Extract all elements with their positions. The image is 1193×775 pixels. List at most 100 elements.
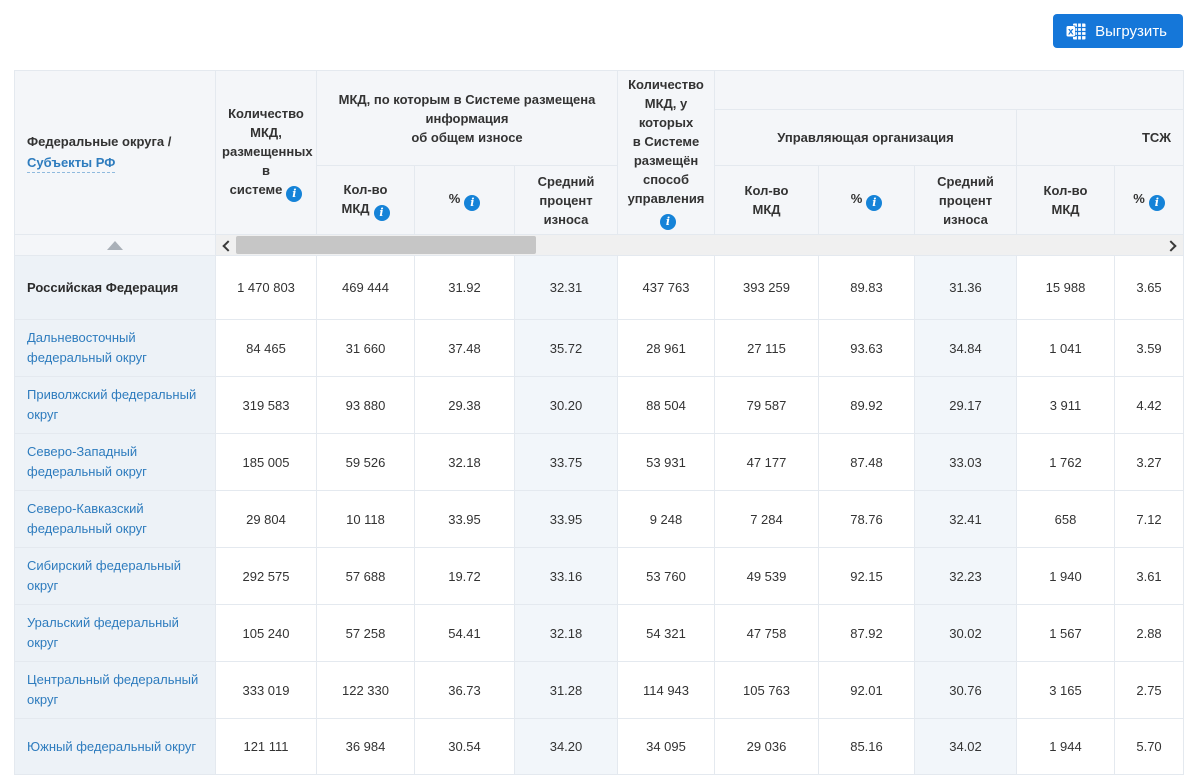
regions-table: Федеральные округа / Субъекты РФ Количес… <box>14 69 1185 775</box>
header-region-title: Федеральные округа / <box>27 134 172 149</box>
sort-asc-icon[interactable] <box>107 240 123 250</box>
table-row: Центральный федеральный округ 333 019 122 … <box>14 661 1185 719</box>
scroll-left-icon[interactable] <box>222 240 234 252</box>
value-cell: 87.48 <box>818 433 915 491</box>
scrollbar-thumb[interactable] <box>236 236 536 254</box>
value-cell: 15 988 <box>1016 255 1115 320</box>
value-cell: 658 <box>1016 490 1115 548</box>
value-cell: 88 504 <box>617 376 715 434</box>
svg-text:x: x <box>1068 26 1074 37</box>
value-cell: 34.02 <box>914 718 1017 775</box>
value-cell: 30.54 <box>414 718 515 775</box>
header-region: Федеральные округа / Субъекты РФ <box>14 70 216 235</box>
value-cell: 4.42 <box>1113 376 1185 434</box>
value-cell: 29 036 <box>714 718 819 775</box>
scroll-right-icon[interactable] <box>1165 240 1177 252</box>
horizontal-scrollbar[interactable] <box>216 235 1184 255</box>
info-icon[interactable] <box>286 185 303 202</box>
info-icon[interactable] <box>866 195 883 212</box>
value-cell: 33.75 <box>514 433 618 491</box>
header-tsj-count: Кол-во МКД <box>1016 165 1115 235</box>
value-cell: 33.16 <box>514 547 618 605</box>
value-cell: 57 258 <box>316 604 415 662</box>
value-cell: 3 911 <box>1016 376 1115 434</box>
value-cell: 3 165 <box>1016 661 1115 719</box>
value-cell: 37.48 <box>414 319 515 377</box>
info-icon[interactable] <box>464 195 481 212</box>
value-cell: 105 240 <box>215 604 317 662</box>
value-cell: 57 688 <box>316 547 415 605</box>
value-cell: 34 095 <box>617 718 715 775</box>
subjects-rf-link[interactable]: Субъекты РФ <box>27 153 116 173</box>
region-link[interactable]: Дальневосточный федеральный округ <box>27 330 147 365</box>
value-cell: 33.95 <box>514 490 618 548</box>
value-cell: 1 940 <box>1016 547 1115 605</box>
region-link[interactable]: Северо-Кавказский федеральный округ <box>27 501 147 536</box>
value-cell: 59 526 <box>316 433 415 491</box>
value-cell: 29.38 <box>414 376 515 434</box>
value-cell: 35.72 <box>514 319 618 377</box>
value-cell: 34.20 <box>514 718 618 775</box>
value-cell: 9 248 <box>617 490 715 548</box>
value-cell: 319 583 <box>215 376 317 434</box>
value-cell: 10 118 <box>316 490 415 548</box>
value-cell: 185 005 <box>215 433 317 491</box>
export-button[interactable]: x Выгрузить <box>1053 14 1183 48</box>
region-link[interactable]: Северо-Западный федеральный округ <box>27 444 147 479</box>
value-cell: 32.18 <box>414 433 515 491</box>
header-wear-pct: % <box>414 165 515 235</box>
value-cell: 122 330 <box>316 661 415 719</box>
header-uo-avg: Средний процент износа <box>914 165 1017 235</box>
value-cell: 1 762 <box>1016 433 1115 491</box>
header-uo-count: Кол-во МКД <box>714 165 819 235</box>
value-cell: 89.83 <box>818 255 915 320</box>
region-link[interactable]: Уральский федеральный округ <box>27 615 179 650</box>
region-link[interactable]: Сибирский федеральный округ <box>27 558 181 593</box>
table-row: Северо-Кавказский федеральный округ 29 80… <box>14 490 1185 548</box>
value-cell: 54.41 <box>414 604 515 662</box>
region-link[interactable]: Приволжский федеральный округ <box>27 387 196 422</box>
info-icon[interactable] <box>1148 195 1165 212</box>
value-cell: 53 760 <box>617 547 715 605</box>
value-cell: 7.12 <box>1113 490 1185 548</box>
value-cell: 7 284 <box>714 490 819 548</box>
value-cell: 105 763 <box>714 661 819 719</box>
value-cell: 30.02 <box>914 604 1017 662</box>
value-cell: 93.63 <box>818 319 915 377</box>
value-cell: 32.31 <box>514 255 618 320</box>
region-link[interactable]: Центральный федеральный округ <box>27 672 198 707</box>
value-cell: 34.84 <box>914 319 1017 377</box>
value-cell: 3.65 <box>1113 255 1185 320</box>
scrollbar-cell <box>214 234 1185 256</box>
value-cell: 79 587 <box>714 376 819 434</box>
value-cell: 2.88 <box>1113 604 1185 662</box>
info-icon[interactable] <box>660 214 676 230</box>
table-row: Сибирский федеральный округ 292 575 57 688… <box>14 547 1185 605</box>
region-link[interactable]: Южный федеральный округ <box>27 739 196 754</box>
header-wear-avg: Средний процент износа <box>514 165 618 235</box>
value-cell: 292 575 <box>215 547 317 605</box>
header-uo-pct: % <box>818 165 915 235</box>
value-cell: 84 465 <box>215 319 317 377</box>
value-cell: 27 115 <box>714 319 819 377</box>
value-cell: 29 804 <box>215 490 317 548</box>
header-group-tsj: ТСЖ <box>1015 109 1185 167</box>
value-cell: 32.41 <box>914 490 1017 548</box>
header-total-mkd: Количество МКД, размещенных в системе <box>215 70 317 235</box>
header-mgmt-method: Количество МКД, у которых в Системе разм… <box>617 70 715 235</box>
value-cell: 36 984 <box>316 718 415 775</box>
value-cell: 89.92 <box>818 376 915 434</box>
top-toolbar: x Выгрузить <box>0 0 1193 70</box>
info-icon[interactable] <box>373 204 390 221</box>
excel-icon: x <box>1066 23 1086 40</box>
value-cell: 78.76 <box>818 490 915 548</box>
value-cell: 121 111 <box>215 718 317 775</box>
region-cell: Дальневосточный федеральный округ <box>14 319 216 377</box>
table-row: Дальневосточный федеральный округ 84 465 3… <box>14 319 1185 377</box>
value-cell: 49 539 <box>714 547 819 605</box>
table-row: Приволжский федеральный округ 319 583 93 8… <box>14 376 1185 434</box>
value-cell: 5.70 <box>1113 718 1185 775</box>
value-cell: 469 444 <box>316 255 415 320</box>
value-cell: 114 943 <box>617 661 715 719</box>
region-cell: Северо-Западный федеральный округ <box>14 433 216 491</box>
